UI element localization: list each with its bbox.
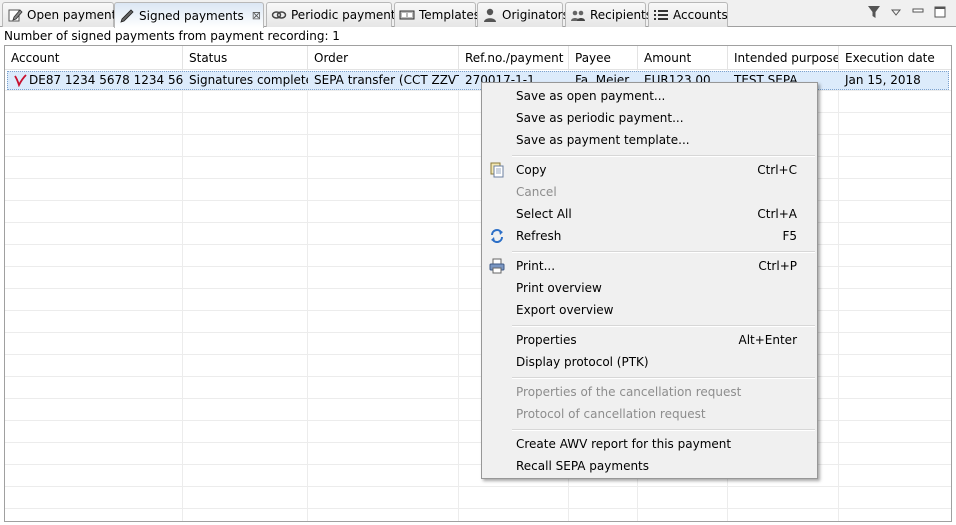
grid-line	[838, 70, 839, 521]
menu-separator	[512, 377, 815, 379]
tab-label: Templates	[419, 8, 481, 22]
tab-signed-payments[interactable]: Signed payments ⊠	[114, 2, 264, 28]
menu-item-display-protocol[interactable]: Display protocol (PTK)	[484, 351, 815, 373]
tab-originators[interactable]: Originators	[477, 2, 569, 27]
cell-status: Signatures complete	[189, 73, 308, 87]
menu-item-save-open-payment[interactable]: Save as open payment...	[484, 85, 815, 107]
menu-item-save-periodic-payment[interactable]: Save as periodic payment...	[484, 107, 815, 129]
tab-periodic-payments[interactable]: Periodic payments	[266, 2, 402, 27]
tab-recipients[interactable]: Recipients	[565, 2, 652, 27]
edit-icon	[7, 7, 23, 23]
refresh-icon	[489, 228, 505, 244]
tab-templates[interactable]: Templates	[394, 2, 480, 27]
column-header-order[interactable]: Order	[308, 46, 459, 70]
menu-item-cancellation-properties: Properties of the cancellation request	[516, 385, 742, 399]
menu-item-print-overview[interactable]: Print overview	[484, 277, 815, 299]
chain-icon	[271, 7, 287, 23]
view-toolbar	[866, 4, 948, 20]
tab-label: Periodic payments	[291, 8, 402, 22]
copy-icon	[489, 162, 505, 178]
tab-label: Signed payments	[139, 8, 244, 23]
menu-item-export-overview[interactable]: Export overview	[484, 299, 815, 321]
context-menu: Save as open payment... Save as periodic…	[481, 82, 818, 479]
menu-item-properties[interactable]: Properties Alt+Enter	[484, 329, 815, 351]
grid-line	[182, 70, 183, 521]
tab-label: Accounts	[673, 8, 728, 22]
column-header-ref[interactable]: Ref.no./payment	[459, 46, 569, 70]
minimize-icon[interactable]	[910, 4, 926, 20]
tab-accounts[interactable]: Accounts	[648, 2, 728, 27]
list-icon	[653, 7, 669, 23]
cell-execution-date: Jan 15, 2018	[845, 73, 921, 87]
maximize-icon[interactable]	[932, 4, 948, 20]
menu-item-recall-sepa-payments[interactable]: Recall SEPA payments	[484, 455, 815, 477]
grid-line	[5, 508, 951, 509]
menu-separator	[512, 429, 815, 431]
payment-count-text: Number of signed payments from payment r…	[4, 29, 340, 43]
column-header-status[interactable]: Status	[183, 46, 308, 70]
tab-open-payments[interactable]: Open payments	[2, 2, 123, 27]
menu-item-cancellation-protocol: Protocol of cancellation request	[516, 407, 706, 421]
menu-separator	[512, 155, 815, 157]
person-icon	[482, 7, 498, 23]
template-icon	[399, 7, 415, 23]
column-header-account[interactable]: Account	[5, 46, 183, 70]
grid-line	[5, 486, 951, 487]
grid-line	[307, 70, 308, 521]
column-header-execution-date[interactable]: Execution date	[839, 46, 951, 70]
menu-item-create-awv-report[interactable]: Create AWV report for this payment	[484, 433, 815, 455]
menu-item-copy[interactable]: Copy Ctrl+C	[484, 159, 815, 181]
printer-icon	[489, 258, 505, 274]
close-icon[interactable]: ⊠	[252, 9, 261, 22]
menu-separator	[512, 325, 815, 327]
view-menu-icon[interactable]	[888, 4, 904, 20]
menu-item-refresh[interactable]: Refresh F5	[484, 225, 815, 247]
column-header-payee[interactable]: Payee	[569, 46, 638, 70]
tab-label: Recipients	[590, 8, 653, 22]
menu-separator	[512, 251, 815, 253]
tab-label: Originators	[502, 8, 569, 22]
filter-icon[interactable]	[866, 4, 882, 20]
view-tab-bar: Open payments Signed payments ⊠ Periodic…	[0, 0, 956, 28]
cell-order: SEPA transfer (CCT ZZVT)	[314, 73, 459, 87]
cell-account: DE87 1234 5678 1234 5678 90	[29, 73, 183, 87]
column-header-purpose[interactable]: Intended purpose	[728, 46, 839, 70]
grid-line	[458, 70, 459, 521]
tab-label: Open payments	[27, 8, 123, 22]
people-icon	[570, 7, 586, 23]
menu-item-select-all[interactable]: Select All Ctrl+A	[484, 203, 815, 225]
menu-item-cancel: Cancel	[516, 185, 557, 199]
menu-item-print[interactable]: Print... Ctrl+P	[484, 255, 815, 277]
table-header: Account Status Order Ref.no./payment Pay…	[5, 46, 951, 70]
column-header-amount[interactable]: Amount	[638, 46, 728, 70]
pen-icon	[119, 8, 135, 24]
menu-item-save-payment-template[interactable]: Save as payment template...	[484, 129, 815, 151]
